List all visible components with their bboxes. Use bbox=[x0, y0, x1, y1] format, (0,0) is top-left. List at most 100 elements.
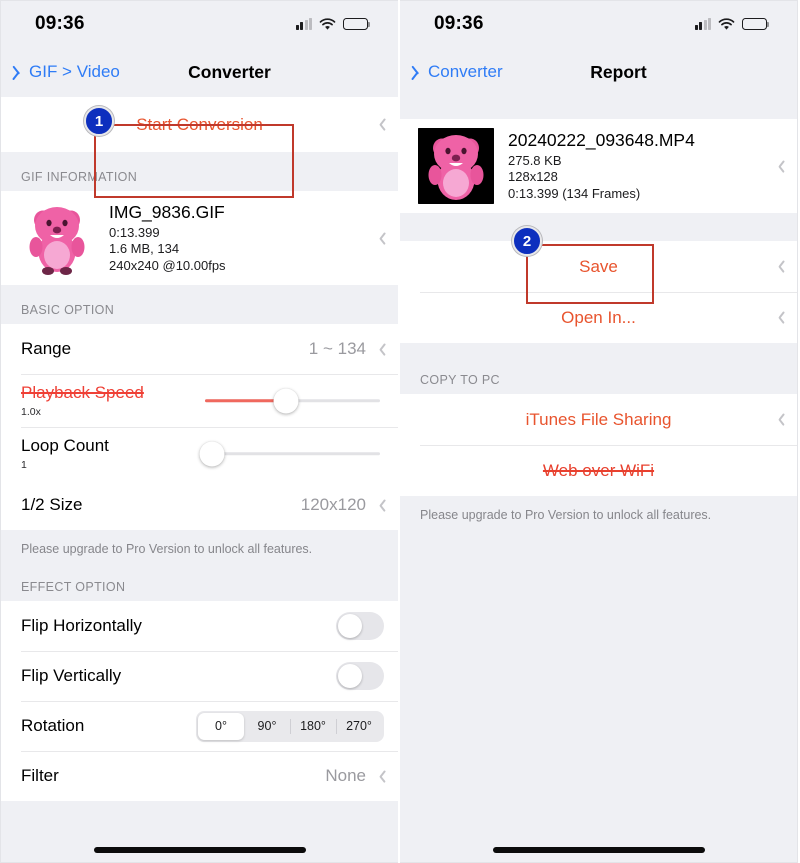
section-header-gif-information: GIF INFORMATION bbox=[1, 152, 398, 191]
slider-track bbox=[205, 451, 380, 456]
report-file-duration-frames: 0:13.399 (134 Frames) bbox=[508, 185, 641, 201]
report-file-name: 20240222_093648.MP4 bbox=[508, 129, 695, 150]
start-conversion-label: Start Conversion bbox=[136, 114, 263, 134]
battery-icon bbox=[343, 17, 371, 31]
status-bar-time: 09:36 bbox=[35, 13, 85, 34]
rotation-option-90[interactable]: 90° bbox=[244, 713, 290, 740]
rotation-row: Rotation 0° 90° 180° 270° bbox=[1, 701, 398, 751]
gif-duration: 0:13.399 bbox=[109, 224, 160, 240]
start-conversion-row[interactable]: Start Conversion bbox=[1, 97, 398, 152]
rotation-option-0[interactable]: 0° bbox=[198, 712, 244, 740]
loop-count-texts: Loop Count 1 bbox=[21, 436, 201, 471]
open-in-row[interactable]: Open In... bbox=[400, 292, 797, 343]
start-conversion-group: Start Conversion bbox=[1, 97, 398, 152]
status-bar-icons bbox=[694, 17, 770, 31]
report-file-row[interactable]: 20240222_093648.MP4 275.8 KB 128x128 0:1… bbox=[400, 119, 797, 213]
back-button-label: Converter bbox=[428, 62, 503, 81]
slider-thumb[interactable] bbox=[273, 388, 298, 413]
back-button-converter[interactable]: Converter bbox=[400, 62, 503, 82]
save-label: Save bbox=[579, 256, 618, 276]
right-phone-screen: 09:36 Converter Report 20240222_093648.M… bbox=[400, 0, 798, 863]
chevron-right-icon bbox=[375, 231, 384, 246]
section-header-copy-to-pc: COPY TO PC bbox=[400, 343, 797, 394]
loop-count-value: 1 bbox=[21, 459, 27, 471]
status-bar-icons bbox=[295, 17, 371, 31]
status-bar-right: 09:36 bbox=[400, 1, 797, 47]
back-button-label: GIF > Video bbox=[29, 62, 120, 81]
navigation-bar-right: Converter Report bbox=[400, 47, 797, 97]
slider-thumb[interactable] bbox=[199, 441, 225, 466]
gif-file-meta: IMG_9836.GIF 0:13.399 1.6 MB, 134 240x24… bbox=[109, 202, 366, 275]
back-button-gif-video[interactable]: GIF > Video bbox=[1, 62, 120, 82]
wifi-icon bbox=[718, 17, 735, 31]
playback-speed-row[interactable]: Playback Speed 1.0x bbox=[1, 374, 398, 427]
status-bar-left: 09:36 bbox=[1, 1, 398, 47]
wifi-icon bbox=[319, 17, 336, 31]
gif-size-frames: 1.6 MB, 134 bbox=[109, 241, 180, 257]
chevron-right-icon bbox=[774, 259, 783, 274]
flip-vertically-label: Flip Vertically bbox=[21, 666, 122, 685]
half-size-value: 120x120 bbox=[300, 495, 366, 514]
flip-horizontally-toggle[interactable] bbox=[336, 612, 384, 640]
flip-vertically-toggle[interactable] bbox=[336, 662, 384, 690]
report-file-group: 20240222_093648.MP4 275.8 KB 128x128 0:1… bbox=[400, 119, 797, 213]
playback-speed-slider[interactable] bbox=[205, 386, 380, 416]
rotation-segmented-control[interactable]: 0° 90° 180° 270° bbox=[196, 710, 384, 742]
chevron-left-icon bbox=[15, 64, 25, 81]
left-phone-screen: 09:36 GIF > Video Converter Start Conver… bbox=[0, 0, 398, 863]
gif-information-group: IMG_9836.GIF 0:13.399 1.6 MB, 134 240x24… bbox=[1, 191, 398, 285]
video-thumbnail bbox=[418, 128, 494, 204]
chevron-right-icon bbox=[375, 117, 384, 132]
chevron-right-icon bbox=[375, 342, 384, 357]
loop-count-label: Loop Count bbox=[21, 436, 109, 455]
chevron-right-icon bbox=[375, 498, 384, 513]
cellular-signal-icon bbox=[694, 18, 711, 30]
playback-speed-value: 1.0x bbox=[21, 406, 41, 418]
itunes-file-sharing-label: iTunes File Sharing bbox=[525, 409, 672, 429]
section-header-effect-option: EFFECT OPTION bbox=[1, 570, 398, 601]
web-over-wifi-label: Web over WiFi bbox=[542, 460, 655, 480]
navigation-bar-left: GIF > Video Converter bbox=[1, 47, 398, 97]
chevron-right-icon bbox=[774, 310, 783, 325]
save-row[interactable]: Save bbox=[400, 241, 797, 292]
screenshot-canvas: 09:36 GIF > Video Converter Start Conver… bbox=[0, 0, 800, 863]
gif-thumbnail bbox=[19, 200, 95, 276]
battery-icon bbox=[742, 17, 770, 31]
chevron-right-icon bbox=[774, 159, 783, 174]
flip-horizontally-row[interactable]: Flip Horizontally bbox=[1, 601, 398, 651]
report-file-meta: 20240222_093648.MP4 275.8 KB 128x128 0:1… bbox=[508, 130, 765, 203]
annotation-badge-2: 2 bbox=[512, 226, 542, 256]
loop-count-row[interactable]: Loop Count 1 bbox=[1, 427, 398, 480]
gif-file-row[interactable]: IMG_9836.GIF 0:13.399 1.6 MB, 134 240x24… bbox=[1, 191, 398, 285]
playback-speed-texts: Playback Speed 1.0x bbox=[21, 383, 201, 418]
chevron-left-icon bbox=[414, 64, 424, 81]
filter-value: None bbox=[325, 766, 366, 785]
home-indicator-right bbox=[492, 847, 705, 853]
filter-label: Filter bbox=[21, 766, 59, 785]
filter-row[interactable]: Filter None bbox=[1, 751, 398, 801]
copy-to-pc-group: iTunes File Sharing Web over WiFi bbox=[400, 394, 797, 496]
range-row[interactable]: Range 1 ~ 134 bbox=[1, 324, 398, 374]
report-file-dimensions: 128x128 bbox=[508, 169, 558, 185]
basic-option-group: Range 1 ~ 134 Playback Speed 1.0x Loop C… bbox=[1, 324, 398, 530]
upgrade-note-right: Please upgrade to Pro Version to unlock … bbox=[400, 496, 797, 536]
rotation-option-270[interactable]: 270° bbox=[336, 713, 382, 740]
rotation-option-180[interactable]: 180° bbox=[290, 713, 336, 740]
chevron-right-icon bbox=[375, 769, 384, 784]
home-indicator-left bbox=[93, 847, 306, 853]
half-size-label: 1/2 Size bbox=[21, 495, 83, 514]
half-size-row[interactable]: 1/2 Size 120x120 bbox=[1, 480, 398, 530]
rotation-label: Rotation bbox=[21, 716, 85, 735]
itunes-file-sharing-row[interactable]: iTunes File Sharing bbox=[400, 394, 797, 445]
flip-vertically-row[interactable]: Flip Vertically bbox=[1, 651, 398, 701]
range-label: Range bbox=[21, 339, 72, 358]
report-file-size: 275.8 KB bbox=[508, 152, 562, 168]
loop-count-slider[interactable] bbox=[199, 439, 380, 469]
web-over-wifi-row[interactable]: Web over WiFi bbox=[400, 445, 797, 496]
open-in-label: Open In... bbox=[561, 307, 636, 327]
upgrade-note-left: Please upgrade to Pro Version to unlock … bbox=[1, 530, 398, 570]
report-actions-group: Save Open In... bbox=[400, 241, 797, 343]
range-value: 1 ~ 134 bbox=[308, 339, 366, 358]
gif-file-name: IMG_9836.GIF bbox=[109, 201, 225, 222]
chevron-right-icon bbox=[774, 412, 783, 427]
